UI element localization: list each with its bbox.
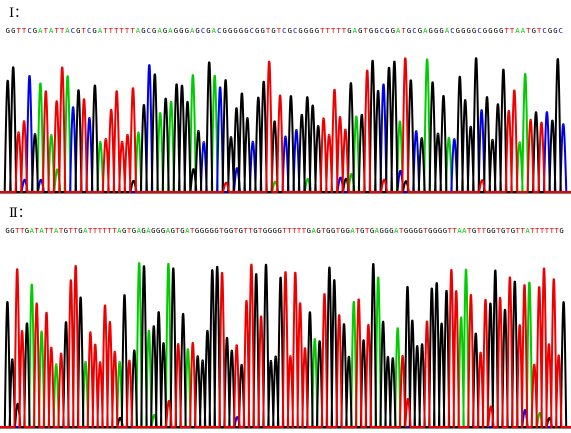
- base-call: G: [559, 226, 564, 235]
- chromatogram-trace: [0, 57, 571, 194]
- trace-t: [0, 263, 571, 428]
- chromatogram-panel-1: Ⅰ： GGTTCGATATTACGTCGATTTTTTAGCGAGAGGGAGC…: [0, 0, 571, 200]
- chromatogram-trace: [0, 262, 571, 429]
- panel-label: Ⅱ：: [9, 206, 31, 221]
- base-call-sequence: GGTTGATATTATGTTGATTTTTTAGTGAGAGGGAGTGATG…: [5, 225, 565, 237]
- panel-label: Ⅰ：: [9, 6, 28, 21]
- base-call-sequence: GGTTCGATATTACGTCGATTTTTTAGCGAGAGGGAGCGAC…: [5, 25, 565, 37]
- trace-c: [0, 409, 571, 428]
- base-call: C: [558, 26, 563, 35]
- chromatogram-panel-2: Ⅱ： GGTTGATATTATGTTGATTTTTTAGTGAGAGGGAGTG…: [0, 200, 571, 433]
